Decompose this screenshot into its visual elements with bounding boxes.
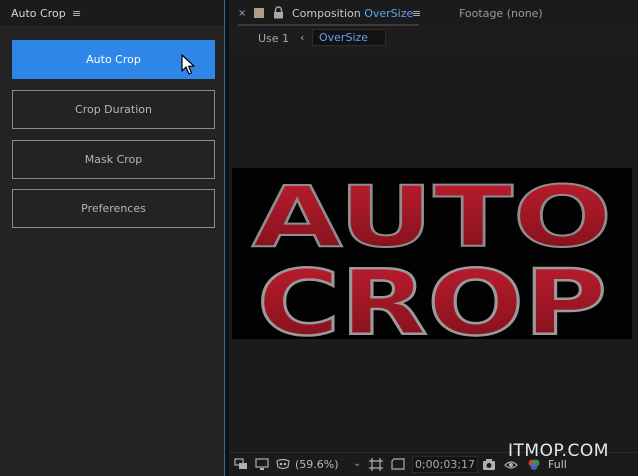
zoom-level-dropdown[interactable]: (59.6%)	[295, 458, 353, 473]
region-of-interest-icon[interactable]	[391, 458, 405, 471]
preferences-button[interactable]: Preferences	[12, 189, 215, 228]
breadcrumb-item-current[interactable]: OverSize	[312, 29, 386, 46]
grid-guides-icon[interactable]	[369, 458, 383, 471]
auto-crop-title-artwork: AUTO CROP	[251, 168, 613, 339]
artwork-text-crop: CROP	[257, 251, 607, 339]
current-time-field[interactable]: 0;00;03;17	[412, 456, 478, 473]
tab-footage[interactable]: Footage (none)	[459, 7, 543, 20]
mask-crop-button-label: Mask Crop	[84, 153, 143, 166]
chevron-down-icon[interactable]: ⌄	[353, 458, 361, 469]
panel-menu-icon[interactable]: ≡	[72, 7, 81, 20]
composition-viewer[interactable]: AUTO CROP	[229, 50, 638, 452]
crop-duration-button-label: Crop Duration	[75, 103, 152, 116]
panel-tab-bar: Auto Crop ≡	[0, 0, 224, 27]
viewer-tab-bar: × Composition OverSize ≡ Footage (none)	[229, 0, 638, 27]
lock-icon[interactable]	[273, 6, 284, 19]
composition-panel: × Composition OverSize ≡ Footage (none) …	[229, 0, 638, 476]
composition-canvas[interactable]: AUTO CROP	[232, 168, 632, 339]
mouse-cursor-icon	[181, 54, 195, 75]
crop-duration-button[interactable]: Crop Duration	[12, 90, 215, 129]
tab-composition[interactable]: Composition OverSize	[292, 7, 413, 20]
always-preview-icon[interactable]	[234, 458, 248, 471]
breadcrumb: Use 1 ‹ OverSize	[229, 27, 638, 49]
mask-crop-button[interactable]: Mask Crop	[12, 140, 215, 179]
watermark-text: ITMOP.COM	[508, 441, 609, 461]
monitor-icon[interactable]	[255, 458, 269, 471]
active-tab-indicator	[238, 24, 419, 26]
tab-auto-crop[interactable]: Auto Crop ≡	[0, 0, 224, 27]
close-icon[interactable]: ×	[238, 8, 246, 19]
mask-visibility-icon[interactable]	[276, 458, 290, 471]
breadcrumb-back-arrow-icon[interactable]: ‹	[300, 31, 304, 44]
preferences-button-label: Preferences	[81, 202, 146, 215]
camera-snapshot-icon[interactable]	[482, 458, 496, 471]
breadcrumb-item-use-1[interactable]: Use 1	[258, 32, 289, 45]
auto-crop-panel: Auto Crop ≡ Auto Crop Crop Duration Mask…	[0, 0, 224, 476]
composition-tab-name: OverSize	[364, 7, 414, 20]
auto-crop-button-label: Auto Crop	[86, 53, 141, 66]
panel-title: Auto Crop	[11, 7, 66, 20]
composition-tab-prefix: Composition	[292, 7, 365, 20]
composition-menu-icon[interactable]: ≡	[412, 7, 421, 20]
composition-color-swatch	[254, 8, 264, 18]
